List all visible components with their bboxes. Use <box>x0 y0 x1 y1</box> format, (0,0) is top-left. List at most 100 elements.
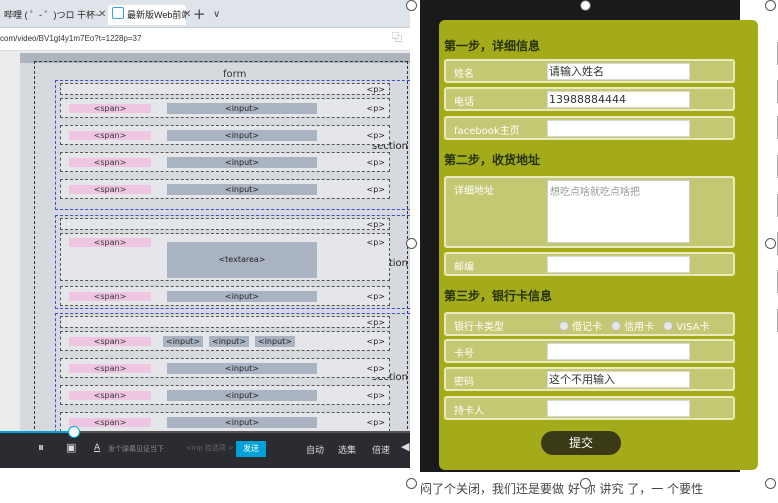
p-label: <p> <box>366 318 385 327</box>
danmu-style-icon[interactable]: A <box>94 443 100 453</box>
step3-heading: 第三步，银行卡信息 <box>444 289 553 303</box>
p-label: <p> <box>366 418 385 427</box>
option-label: 信用卡 <box>624 322 655 333</box>
diagram-p-row: <span> <input> <p> <box>60 98 390 118</box>
resize-handle[interactable] <box>406 478 417 489</box>
resize-handle[interactable] <box>765 478 776 489</box>
resize-handle[interactable] <box>765 0 776 11</box>
p-label: <p> <box>366 220 385 229</box>
tab-label: 哔哩 ( ゜- ゜)つロ 干杯~ <box>4 10 100 20</box>
input-placeholder: <input> <box>167 363 317 374</box>
radio-visa[interactable] <box>663 321 674 331</box>
radio-debit[interactable] <box>559 321 569 331</box>
name-input[interactable]: 请输入姓名 <box>547 63 690 80</box>
resize-handle[interactable] <box>580 478 591 489</box>
address-bar[interactable]: com/video/BV1gt4y1m7Eo?t=1228p=37 ⿻ <box>0 28 410 51</box>
span-placeholder: <span> <box>69 418 151 427</box>
zip-label: 邮编 <box>454 262 474 273</box>
password-row: 密码 这个不用输入 <box>444 367 735 391</box>
cardno-input[interactable] <box>547 343 690 360</box>
diagram-p-row: <p> <box>60 83 390 95</box>
p-label: <p> <box>366 85 385 94</box>
progress-knob[interactable] <box>68 426 80 438</box>
speed-button[interactable]: 倍速 <box>372 443 390 456</box>
resize-handle[interactable] <box>406 238 417 249</box>
input-placeholder: <input> <box>167 103 317 114</box>
address-label: 详细地址 <box>454 186 494 197</box>
close-icon[interactable]: ✕ <box>183 5 191 25</box>
subtitle-text: 闷了个关闭，我们还是要做 好 你 讲究 了，一 个要性 <box>420 482 704 496</box>
submit-button[interactable]: 提交 <box>541 431 621 455</box>
progress-bar[interactable] <box>0 426 410 438</box>
tab-menu-button[interactable]: ∨ <box>213 5 220 25</box>
phone-input[interactable]: 13988884444 <box>547 91 690 108</box>
input-placeholder: <input> <box>163 336 203 347</box>
diagram-p-row: <span> <input> <p> <box>60 286 390 306</box>
p-label: <p> <box>366 337 385 346</box>
input-placeholder: <input> <box>255 336 295 347</box>
diagram-p-row: <p> <box>60 218 390 230</box>
cardtype-label: 银行卡类型 <box>454 322 504 333</box>
password-input[interactable]: 这个不用输入 <box>547 371 690 388</box>
diagram-p-row: <span> <input> <p> <box>60 179 390 199</box>
volume-icon[interactable]: ◀ <box>401 440 409 453</box>
close-icon[interactable]: ✕ <box>98 5 106 25</box>
diagram-form: form section <p> <span> <input> <p> <spa… <box>34 61 410 431</box>
textarea-placeholder: <textarea> <box>167 242 317 278</box>
diagram-section: section <p> <span> <input> <p> <span> <i… <box>55 80 410 210</box>
input-placeholder: <input> <box>167 130 317 141</box>
zip-input[interactable] <box>547 256 690 273</box>
resize-handle[interactable] <box>406 0 417 11</box>
form-label: form <box>223 69 247 80</box>
resize-handle[interactable] <box>580 0 591 11</box>
p-label: <p> <box>366 185 385 194</box>
diagram-section: section <p> <span> <input> <input> <inpu… <box>55 313 410 431</box>
input-placeholder: <input> <box>167 291 317 302</box>
select-episode-button[interactable]: 选集 <box>338 443 356 456</box>
name-row: 姓名 请输入姓名 <box>444 59 735 83</box>
reader-icon[interactable]: ⿻ <box>392 28 402 50</box>
cardno-label: 卡号 <box>454 349 474 360</box>
cardno-row: 卡号 <box>444 339 735 363</box>
holder-input[interactable] <box>547 400 690 417</box>
radio-credit[interactable] <box>611 321 622 331</box>
holder-label: 持卡人 <box>454 406 484 417</box>
span-placeholder: <span> <box>69 391 151 400</box>
result-panel: 第一步，详细信息 姓名 请输入姓名 电话 13988884444 faceboo… <box>420 0 778 503</box>
tab-label: 最新版Web前端1000集: <box>127 10 186 20</box>
address-row: 详细地址 想吃点啥就吃点啥把 <box>444 176 735 248</box>
auto-button[interactable]: 自动 <box>306 443 324 456</box>
password-label: 密码 <box>454 377 474 388</box>
input-placeholder: <input> <box>167 184 317 195</box>
p-label: <p> <box>366 391 385 400</box>
diagram-p-row: <p> <box>60 316 390 328</box>
span-placeholder: <span> <box>69 131 151 140</box>
span-placeholder: <span> <box>69 364 151 373</box>
progress-fill <box>0 431 74 433</box>
tab-bilibili[interactable]: 哔哩 ( ゜- ゜)つロ 干杯~ <box>0 5 100 25</box>
resize-handle[interactable] <box>765 238 776 249</box>
video-controls: ⏸ ▣ A 发个弹幕见证当下 <inp 挂选项 > 发送 自动 选集 倍速 ◀ <box>0 426 410 468</box>
tv-icon <box>112 7 124 19</box>
tab-bar: 哔哩 ( ゜- ゜)つロ 干杯~ ✕ 最新版Web前端1000集: ✕ + ∨ <box>0 0 410 28</box>
play-icon[interactable]: ⏸ <box>38 440 44 455</box>
facebook-row: facebook主页 <box>444 116 735 140</box>
span-placeholder: <span> <box>69 238 151 247</box>
new-tab-button[interactable]: + <box>193 4 206 24</box>
step2-heading: 第二步，收货地址 <box>444 153 541 167</box>
zip-row: 邮编 <box>444 252 735 276</box>
danmu-toggle-icon[interactable]: ▣ <box>66 441 76 454</box>
p-label: <p> <box>366 238 385 247</box>
order-form: 第一步，详细信息 姓名 请输入姓名 电话 13988884444 faceboo… <box>439 20 758 470</box>
span-placeholder: <span> <box>69 185 151 194</box>
send-button[interactable]: 发送 <box>236 441 266 457</box>
p-label: <p> <box>366 158 385 167</box>
span-placeholder: <span> <box>69 104 151 113</box>
facebook-input[interactable] <box>547 120 690 137</box>
tab-video[interactable]: 最新版Web前端1000集: <box>108 5 186 25</box>
diagram-p-row: <span> <input> <p> <box>60 125 390 145</box>
browser-window: 哔哩 ( ゜- ゜)つロ 干杯~ ✕ 最新版Web前端1000集: ✕ + ∨ … <box>0 0 410 468</box>
diagram-section: section <p> <span> <textarea> <p> <span>… <box>55 215 410 309</box>
address-textarea[interactable]: 想吃点啥就吃点啥把 <box>547 180 690 243</box>
video-player[interactable]: form section <p> <span> <input> <p> <spa… <box>20 53 410 431</box>
